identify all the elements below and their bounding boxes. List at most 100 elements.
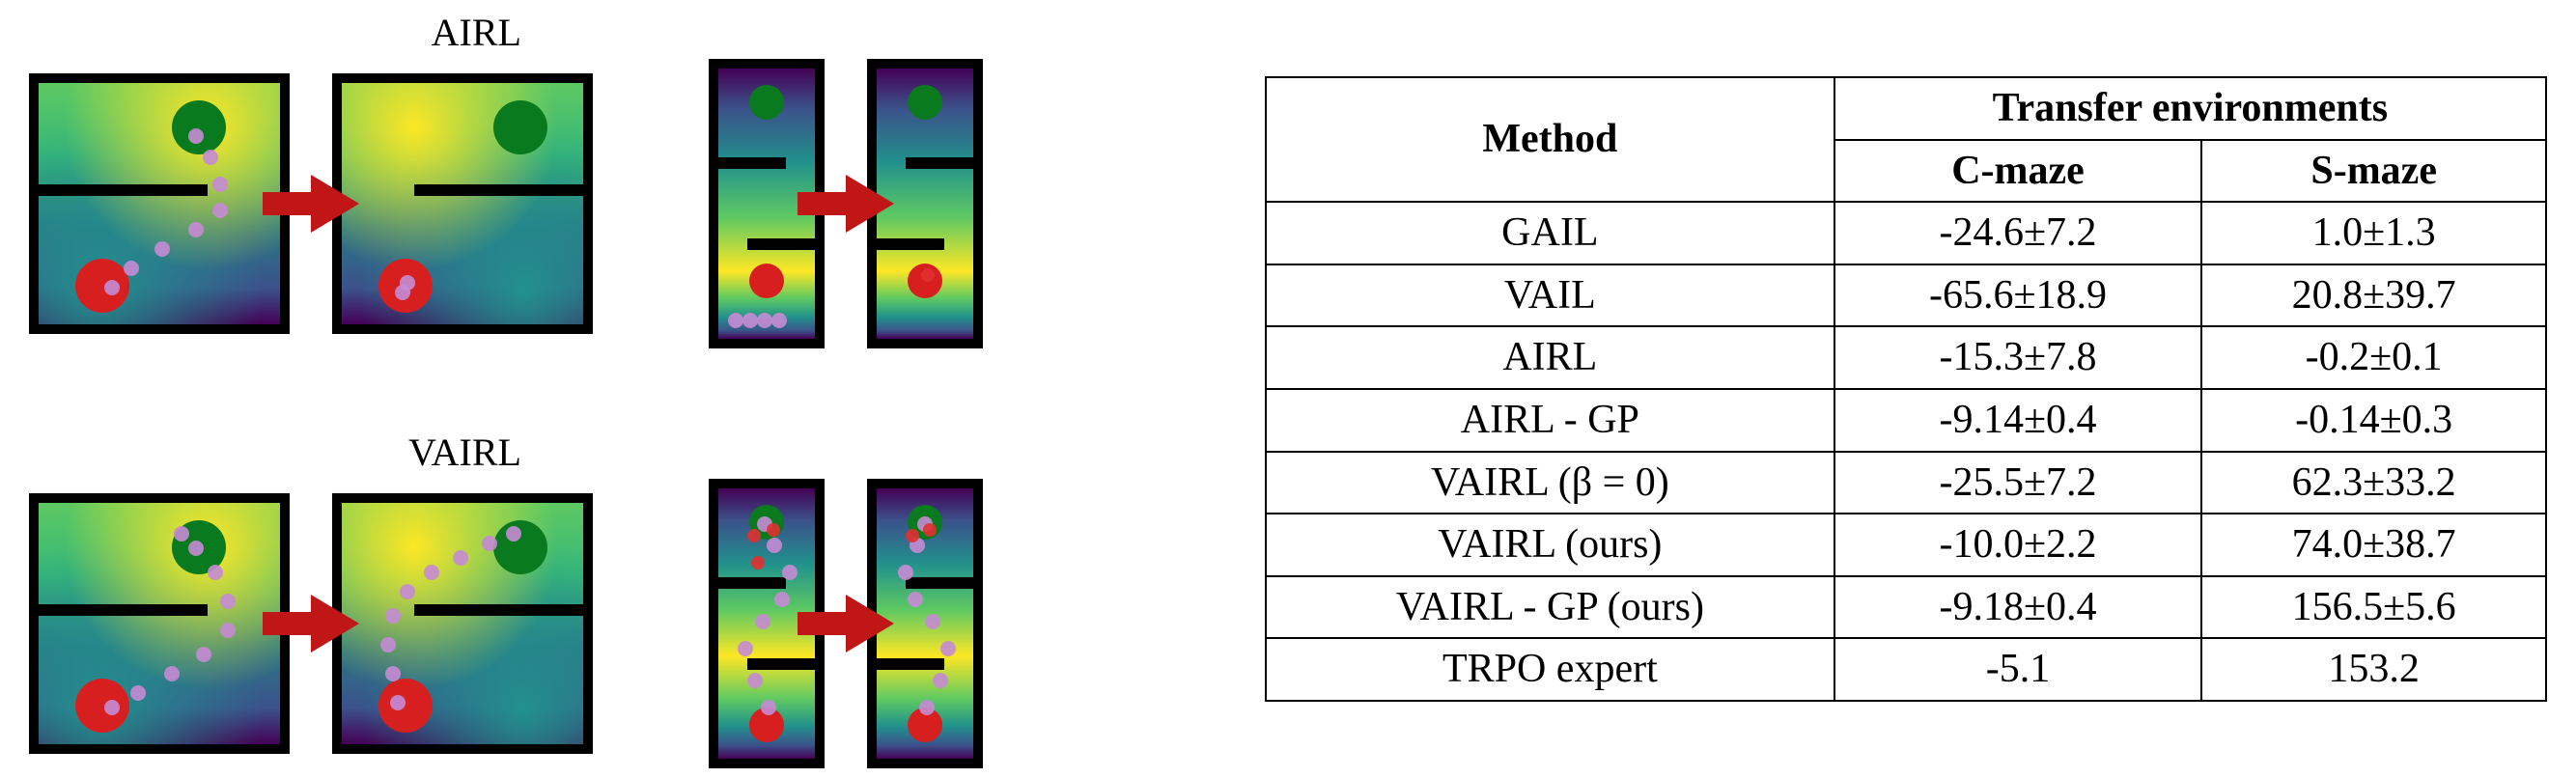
table-row: VAIRL (β = 0)-25.5±7.262.3±33.2 [1266, 452, 2546, 514]
start-icon [75, 679, 129, 733]
wall-icon [39, 604, 208, 616]
airl-smaze-pair [709, 59, 983, 348]
trajectory-dot [453, 550, 468, 566]
trajectory-dot [130, 685, 146, 701]
trajectory-dot [164, 666, 180, 681]
cell-method: AIRL [1266, 326, 1834, 389]
cell-smaze: -0.14±0.3 [2201, 389, 2546, 452]
trajectory-dot [390, 695, 406, 710]
wall-icon [718, 157, 786, 169]
trajectory-dot [738, 641, 753, 656]
vairl-cmaze-after [332, 493, 593, 754]
wall-icon [747, 658, 815, 670]
cell-smaze: -0.2±0.1 [2201, 326, 2546, 389]
table-row: AIRL-15.3±7.8-0.2±0.1 [1266, 326, 2546, 389]
th-group: Transfer environments [1834, 77, 2546, 140]
trajectory-dot [908, 592, 923, 607]
trajectory-dot [767, 538, 782, 553]
vairl-smaze-pair [709, 479, 983, 768]
cell-smaze: 153.2 [2201, 638, 2546, 701]
airl-cmaze-pair [29, 73, 593, 334]
wall-icon [877, 238, 944, 250]
wall-icon [906, 577, 973, 589]
trajectory-dot [400, 584, 415, 599]
goal-icon [493, 520, 547, 574]
wall-icon [414, 184, 583, 196]
cell-cmaze: -15.3±7.8 [1834, 326, 2202, 389]
trajectory-dot [933, 673, 948, 688]
cell-cmaze: -5.1 [1834, 638, 2202, 701]
cell-cmaze: -10.0±2.2 [1834, 514, 2202, 576]
cell-method: VAIRL (β = 0) [1266, 452, 1834, 514]
cell-method: GAIL [1266, 202, 1834, 264]
th-method: Method [1266, 77, 1834, 202]
goal-icon [493, 100, 547, 154]
table-row: GAIL-24.6±7.21.0±1.3 [1266, 202, 2546, 264]
trajectory-dot [755, 614, 770, 629]
table-row: VAIRL (ours)-10.0±2.274.0±38.7 [1266, 514, 2546, 576]
cell-method: TRPO expert [1266, 638, 1834, 701]
trajectory-dot [188, 541, 204, 556]
results-table: Method Transfer environments C-maze S-ma… [1265, 76, 2547, 702]
table-row: VAIRL - GP (ours)-9.18±0.4156.5±5.6 [1266, 576, 2546, 639]
trajectory-dot [506, 526, 521, 542]
trajectory-dot [747, 529, 761, 542]
trajectory-dot [208, 565, 223, 580]
trajectory-dot [385, 608, 401, 624]
trajectory-dot [212, 177, 228, 192]
trajectory-dot [124, 261, 139, 276]
trajectory-dot [771, 313, 787, 328]
trajectory-dot [154, 241, 170, 257]
page: AIRL [0, 0, 2576, 778]
trajectory-dot [751, 556, 765, 570]
trajectory-dot [220, 594, 236, 609]
trajectory-dot [728, 313, 743, 328]
table-row: VAIL-65.6±18.920.8±39.7 [1266, 264, 2546, 327]
trajectory-dot [747, 673, 763, 688]
figure-row-airl: AIRL [29, 10, 1236, 348]
trajectory-dot [174, 526, 189, 542]
trajectory-dot [104, 280, 120, 295]
cell-cmaze: -24.6±7.2 [1834, 202, 2202, 264]
airl-strip [29, 59, 1236, 348]
trajectory-dot [203, 150, 218, 165]
trajectory-dot [424, 565, 439, 580]
trajectory-dot [400, 275, 415, 291]
start-icon [75, 259, 129, 313]
trajectory-dot [188, 222, 204, 237]
wall-icon [414, 604, 583, 616]
cell-cmaze: -65.6±18.9 [1834, 264, 2202, 327]
arrow-icon [798, 599, 894, 648]
arrow-icon [263, 180, 359, 228]
cell-method: VAIRL (ours) [1266, 514, 1834, 576]
goal-icon [749, 85, 784, 120]
start-icon [749, 264, 784, 298]
trajectory-dot [742, 313, 758, 328]
cell-method: VAIRL - GP (ours) [1266, 576, 1834, 639]
trajectory-dot [482, 536, 497, 551]
cell-smaze: 62.3±33.2 [2201, 452, 2546, 514]
trajectory-dot [380, 637, 396, 653]
airl-label: AIRL [29, 10, 1236, 55]
vairl-cmaze-pair [29, 493, 593, 754]
vairl-label: VAIRL [29, 430, 1236, 475]
cell-method: VAIL [1266, 264, 1834, 327]
trajectory-dot [774, 592, 790, 607]
wall-icon [747, 238, 815, 250]
wall-icon [877, 658, 944, 670]
trajectory-dot [782, 565, 798, 580]
th-smaze: S-maze [2201, 140, 2546, 203]
cell-cmaze: -9.14±0.4 [1834, 389, 2202, 452]
trajectory-dot [220, 623, 236, 638]
cell-cmaze: -25.5±7.2 [1834, 452, 2202, 514]
table-header-row: Method Transfer environments [1266, 77, 2546, 140]
trajectory-dot [196, 647, 211, 662]
table-row-expert: TRPO expert-5.1153.2 [1266, 638, 2546, 701]
wall-icon [906, 157, 973, 169]
airl-cmaze-before [29, 73, 290, 334]
wall-icon [718, 577, 786, 589]
figure-row-vairl: VAIRL [29, 430, 1236, 768]
cell-method: AIRL - GP [1266, 389, 1834, 452]
cell-smaze: 74.0±38.7 [2201, 514, 2546, 576]
trajectory-dot [104, 700, 120, 715]
